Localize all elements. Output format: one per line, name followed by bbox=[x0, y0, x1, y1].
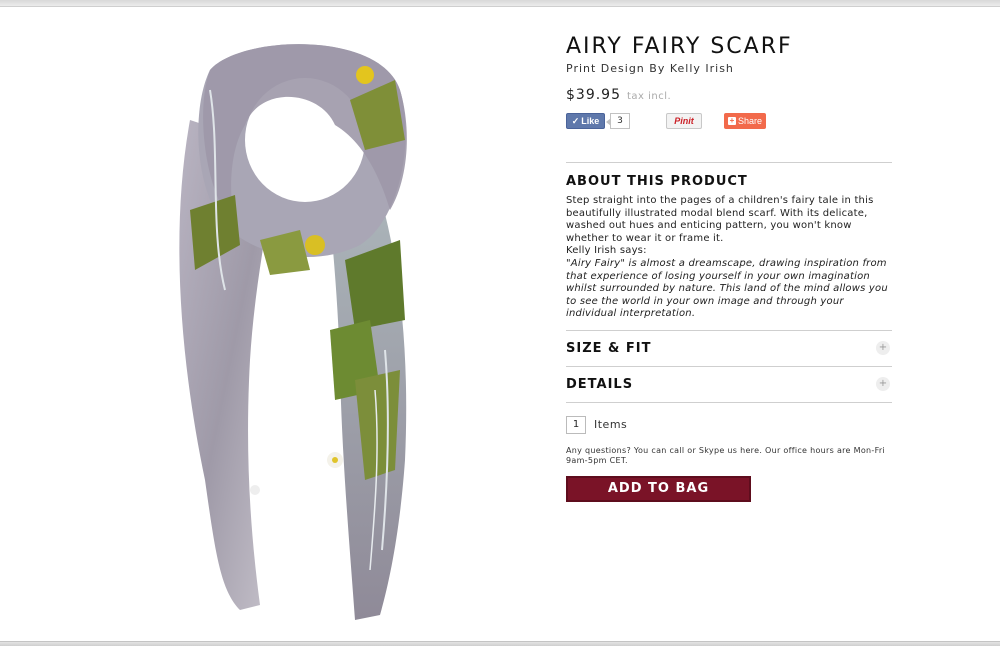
quantity-input[interactable] bbox=[566, 415, 586, 434]
contact-note: Any questions? You can call or Skype us … bbox=[566, 445, 886, 465]
quantity-row: Items bbox=[566, 415, 892, 434]
price-row: $39.95 tax incl. bbox=[566, 87, 892, 103]
description-text: Step straight into the pages of a childr… bbox=[566, 195, 874, 244]
browser-top-edge bbox=[0, 0, 1000, 7]
divider bbox=[566, 401, 892, 403]
expand-plus-icon[interactable]: + bbox=[876, 341, 890, 356]
about-section: ABOUT THIS PRODUCT Step straight into th… bbox=[566, 162, 892, 321]
browser-bottom-edge bbox=[0, 641, 1000, 646]
facebook-like-button[interactable]: ✓ Like bbox=[566, 113, 605, 129]
thumbs-up-icon: ✓ bbox=[571, 115, 580, 126]
product-title: AIRY FAIRY SCARF bbox=[566, 34, 793, 59]
pinterest-pin-button[interactable]: Pinit bbox=[666, 113, 702, 129]
designer-says-label: Kelly Irish says: bbox=[566, 245, 647, 257]
share-label: Share bbox=[737, 116, 763, 126]
product-info: AIRY FAIRY SCARF Print Design By Kelly I… bbox=[566, 34, 892, 502]
about-heading: ABOUT THIS PRODUCT bbox=[566, 174, 748, 189]
details-accordion[interactable]: DETAILS + bbox=[566, 367, 892, 402]
size-fit-accordion[interactable]: SIZE & FIT + bbox=[566, 331, 892, 366]
product-description: Step straight into the pages of a childr… bbox=[566, 195, 892, 321]
share-button[interactable]: + Share bbox=[724, 113, 766, 129]
plus-icon: + bbox=[727, 116, 736, 125]
size-fit-label: SIZE & FIT bbox=[566, 340, 652, 356]
designer-quote: "Airy Fairy" is almost a dreamscape, dra… bbox=[566, 257, 888, 320]
tax-note: tax incl. bbox=[627, 91, 672, 102]
facebook-like-label: Like bbox=[581, 116, 600, 126]
facebook-like-count: 3 bbox=[606, 113, 630, 129]
product-image-scarf[interactable] bbox=[150, 30, 450, 630]
product-price: $39.95 bbox=[566, 87, 621, 103]
items-label: Items bbox=[594, 418, 628, 432]
divider bbox=[566, 162, 892, 163]
product-designer: Print Design By Kelly Irish bbox=[566, 62, 734, 75]
details-label: DETAILS bbox=[566, 376, 634, 392]
expand-plus-icon[interactable]: + bbox=[876, 377, 890, 392]
social-buttons: ✓ Like 3 Pinit + Share bbox=[566, 113, 892, 131]
add-to-bag-button[interactable]: ADD TO BAG bbox=[566, 475, 751, 502]
